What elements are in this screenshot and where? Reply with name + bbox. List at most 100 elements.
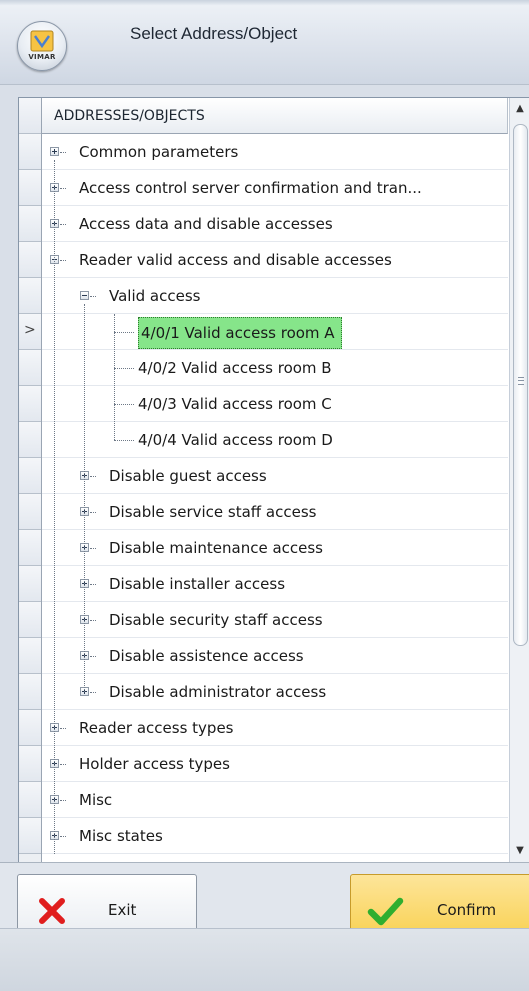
row-header[interactable]: [19, 170, 41, 206]
row-header[interactable]: [19, 782, 41, 818]
tree-node-label[interactable]: Holder access types: [79, 746, 230, 782]
tree-node-label[interactable]: Access control server confirmation and t…: [79, 170, 422, 206]
tree-connector: [60, 800, 66, 801]
tree-connector: [114, 440, 134, 441]
tree-node-label[interactable]: Disable assistence access: [109, 638, 304, 674]
tree-row[interactable]: Disable service staff access: [42, 494, 508, 530]
tree-row[interactable]: 4/0/2 Valid access room B: [42, 350, 508, 386]
tree-row[interactable]: Disable guest access: [42, 458, 508, 494]
selected-tree-node[interactable]: 4/0/1 Valid access room A: [138, 317, 342, 349]
tree-guide-line: [54, 160, 55, 854]
tree-row[interactable]: Holder access types: [42, 746, 508, 782]
tree-node-label[interactable]: Misc states: [79, 818, 163, 854]
application-menu-button[interactable]: VIMAR: [17, 21, 67, 71]
tree-node-label[interactable]: Valid access: [109, 278, 200, 314]
tree-row[interactable]: Disable administrator access: [42, 674, 508, 710]
tree-connector: [90, 296, 96, 297]
tree-node-label[interactable]: Reader access types: [79, 710, 234, 746]
row-header[interactable]: [19, 242, 41, 278]
tree-row[interactable]: 4/0/3 Valid access room C: [42, 386, 508, 422]
tree-row[interactable]: Misc: [42, 782, 508, 818]
scroll-down-arrow-icon[interactable]: ▼: [510, 842, 529, 860]
row-header[interactable]: [19, 638, 41, 674]
tree-connector: [90, 692, 96, 693]
title-bar: VIMAR Select Address/Object: [0, 0, 529, 85]
tree-row[interactable]: Disable installer access: [42, 566, 508, 602]
row-header[interactable]: [19, 746, 41, 782]
confirm-button-label: Confirm: [437, 901, 497, 919]
row-header[interactable]: [19, 530, 41, 566]
row-header[interactable]: [19, 602, 41, 638]
window-title: Select Address/Object: [130, 24, 298, 43]
expand-icon[interactable]: [50, 147, 59, 156]
tree-row[interactable]: Disable assistence access: [42, 638, 508, 674]
vertical-scrollbar[interactable]: ▲ ▼: [509, 98, 529, 862]
row-header[interactable]: [19, 674, 41, 710]
tree-node-label[interactable]: Disable service staff access: [109, 494, 316, 530]
tree-connector: [114, 332, 134, 333]
tree-connector: [60, 188, 66, 189]
tree-row[interactable]: Access data and disable accesses: [42, 206, 508, 242]
tree-connector: [60, 764, 66, 765]
row-header[interactable]: [19, 206, 41, 242]
tree-row[interactable]: Disable security staff access: [42, 602, 508, 638]
tree-node-label[interactable]: Disable security staff access: [109, 602, 323, 638]
tree-row[interactable]: Disable maintenance access: [42, 530, 508, 566]
tree-connector: [90, 584, 96, 585]
tree-node-label[interactable]: Access data and disable accesses: [79, 206, 333, 242]
tree-connector: [90, 476, 96, 477]
tree-row[interactable]: Reader valid access and disable accesses: [42, 242, 508, 278]
tree-row[interactable]: Misc states: [42, 818, 508, 854]
tree-node-label[interactable]: Disable guest access: [109, 458, 267, 494]
tree-row[interactable]: Valid access: [42, 278, 508, 314]
row-header[interactable]: [19, 386, 41, 422]
tree-node-label[interactable]: 4/0/3 Valid access room C: [138, 386, 332, 422]
tree-connector: [90, 620, 96, 621]
row-header[interactable]: [19, 494, 41, 530]
row-header[interactable]: [19, 134, 41, 170]
tree-node-label[interactable]: Reader valid access and disable accesses: [79, 242, 392, 278]
red-x-icon: [39, 898, 65, 924]
green-check-icon: [367, 897, 404, 926]
row-header-column: >: [19, 98, 42, 862]
row-header[interactable]: [19, 818, 41, 854]
tree-node-label[interactable]: 4/0/2 Valid access room B: [138, 350, 332, 386]
address-object-grid[interactable]: > ADDRESSES/OBJECTS Common parameters Acc…: [18, 97, 529, 863]
tree-connector: [90, 548, 96, 549]
collapse-icon[interactable]: [80, 291, 89, 300]
tree-node-label[interactable]: 4/0/4 Valid access room D: [138, 422, 333, 458]
row-header[interactable]: [19, 350, 41, 386]
tree-connector: [90, 656, 96, 657]
tree-node-label[interactable]: Disable administrator access: [109, 674, 326, 710]
tree-row[interactable]: 4/0/4 Valid access room D: [42, 422, 508, 458]
row-header[interactable]: >: [19, 314, 41, 350]
row-header[interactable]: [19, 422, 41, 458]
scrollbar-thumb[interactable]: [513, 124, 528, 646]
tree-connector: [60, 836, 66, 837]
current-row-arrow-icon: >: [24, 322, 36, 338]
tree-node-label[interactable]: Common parameters: [79, 134, 238, 170]
row-header[interactable]: [19, 278, 41, 314]
tree-connector: [60, 224, 66, 225]
tree-row[interactable]: Reader access types: [42, 710, 508, 746]
tree-row[interactable]: 4/0/1 Valid access room A: [42, 314, 508, 350]
tree-node-label[interactable]: Disable installer access: [109, 566, 285, 602]
tree-connector: [60, 152, 66, 153]
title-bar-edge: [0, 0, 529, 6]
column-header[interactable]: ADDRESSES/OBJECTS: [42, 98, 508, 134]
tree-row[interactable]: Common parameters: [42, 134, 508, 170]
tree-row[interactable]: Access control server confirmation and t…: [42, 170, 508, 206]
tree-connector: [114, 368, 134, 369]
column-header-label: ADDRESSES/OBJECTS: [54, 108, 205, 124]
row-header[interactable]: [19, 710, 41, 746]
row-header[interactable]: [19, 566, 41, 602]
status-bar: [0, 928, 529, 991]
scrollbar-grip-icon: [518, 377, 524, 385]
scroll-up-arrow-icon[interactable]: ▲: [510, 100, 529, 118]
tree-node-label[interactable]: Misc: [79, 782, 112, 818]
tree-node-label[interactable]: Disable maintenance access: [109, 530, 323, 566]
row-header[interactable]: [19, 458, 41, 494]
row-header-corner: [19, 98, 41, 134]
tree-connector: [60, 260, 66, 261]
tree-connector: [114, 404, 134, 405]
